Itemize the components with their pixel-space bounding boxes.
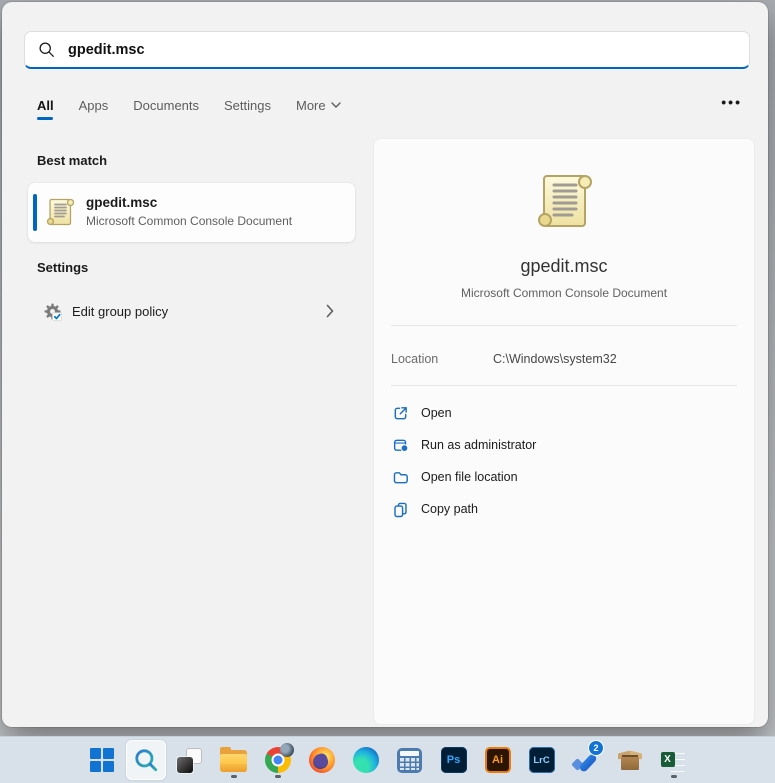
more-options-icon[interactable]: ••• — [721, 94, 742, 110]
settings-item-label: Edit group policy — [72, 303, 169, 319]
running-indicator — [670, 775, 677, 778]
excel-button[interactable]: X — [654, 740, 694, 780]
search-filter-tabs: All Apps Documents Settings More — [37, 95, 341, 120]
box-app-icon — [617, 748, 643, 772]
settings-header: Settings — [37, 260, 89, 275]
result-title: gpedit.msc — [86, 195, 158, 210]
tab-documents[interactable]: Documents — [133, 98, 199, 113]
file-explorer-icon — [220, 746, 247, 772]
windows-search-panel: gpedit.msc All Apps Documents Settings M… — [2, 2, 768, 727]
taskbar: Ps Ai LrC 2 X — [0, 736, 775, 783]
action-open[interactable]: Open — [374, 397, 754, 429]
msc-scroll-icon — [44, 196, 76, 233]
copy-icon — [392, 501, 409, 518]
best-match-header: Best match — [37, 153, 108, 168]
detail-subtitle: Microsoft Common Console Document — [460, 286, 668, 300]
action-run-as-administrator[interactable]: Run as administrator — [374, 429, 754, 461]
photoshop-icon: Ps — [440, 747, 467, 773]
task-view-button[interactable] — [170, 740, 210, 780]
settings-item-edit-group-policy[interactable]: Edit group policy — [28, 292, 355, 330]
running-indicator — [230, 775, 237, 778]
action-list: Open Run as administrator Open file loca… — [374, 397, 754, 525]
notification-badge: 2 — [588, 739, 604, 756]
edge-icon — [352, 747, 379, 773]
tab-more[interactable]: More — [296, 98, 341, 113]
tab-all[interactable]: All — [37, 98, 54, 120]
illustrator-icon: Ai — [484, 747, 511, 773]
chrome-icon — [264, 743, 294, 773]
location-label: Location — [391, 352, 439, 366]
photoshop-button[interactable]: Ps — [434, 740, 474, 780]
firefox-button[interactable] — [302, 740, 342, 780]
msc-scroll-icon-large — [531, 169, 597, 238]
todo-app-button[interactable]: 2 — [566, 739, 606, 780]
calculator-button[interactable] — [390, 740, 430, 780]
search-input[interactable]: gpedit.msc — [24, 31, 750, 69]
lightroom-button[interactable]: LrC — [522, 740, 562, 780]
box-app-button[interactable] — [610, 740, 650, 780]
taskbar-search-button[interactable] — [125, 740, 166, 780]
edge-button[interactable] — [346, 740, 386, 780]
action-copy-path[interactable]: Copy path — [374, 493, 754, 525]
result-detail-pane: gpedit.msc Microsoft Common Console Docu… — [373, 138, 755, 725]
folder-icon — [392, 469, 409, 486]
firefox-icon — [308, 747, 335, 773]
running-indicator — [274, 775, 281, 778]
active-tab-indicator — [37, 116, 53, 120]
divider — [391, 385, 737, 386]
chrome-profile-badge — [279, 743, 294, 757]
excel-icon: X — [660, 748, 687, 772]
search-icon — [38, 41, 55, 58]
action-open-file-location[interactable]: Open file location — [374, 461, 754, 493]
todo-check-icon: 2 — [571, 739, 604, 774]
search-query-text: gpedit.msc — [68, 41, 145, 58]
lightroom-icon: LrC — [528, 747, 555, 773]
start-button[interactable] — [82, 740, 122, 780]
tab-apps[interactable]: Apps — [79, 98, 109, 113]
run-as-admin-icon — [392, 437, 409, 454]
gear-check-icon — [42, 301, 63, 322]
open-icon — [392, 405, 409, 422]
illustrator-button[interactable]: Ai — [478, 740, 518, 780]
result-subtitle: Microsoft Common Console Document — [86, 214, 293, 228]
location-value: C:\Windows\system32 — [493, 352, 617, 366]
calculator-icon — [397, 747, 422, 773]
file-explorer-button[interactable] — [214, 740, 254, 780]
best-match-result[interactable]: gpedit.msc Microsoft Common Console Docu… — [28, 183, 355, 242]
chrome-button[interactable] — [258, 740, 298, 780]
detail-title: gpedit.msc — [520, 256, 608, 276]
chevron-right-icon — [326, 304, 334, 318]
chevron-down-icon — [330, 102, 341, 108]
divider — [391, 325, 737, 326]
tab-settings[interactable]: Settings — [224, 98, 271, 113]
selection-accent-bar — [33, 194, 37, 231]
task-view-icon — [177, 747, 202, 773]
search-icon — [133, 747, 159, 773]
start-icon — [89, 748, 114, 772]
